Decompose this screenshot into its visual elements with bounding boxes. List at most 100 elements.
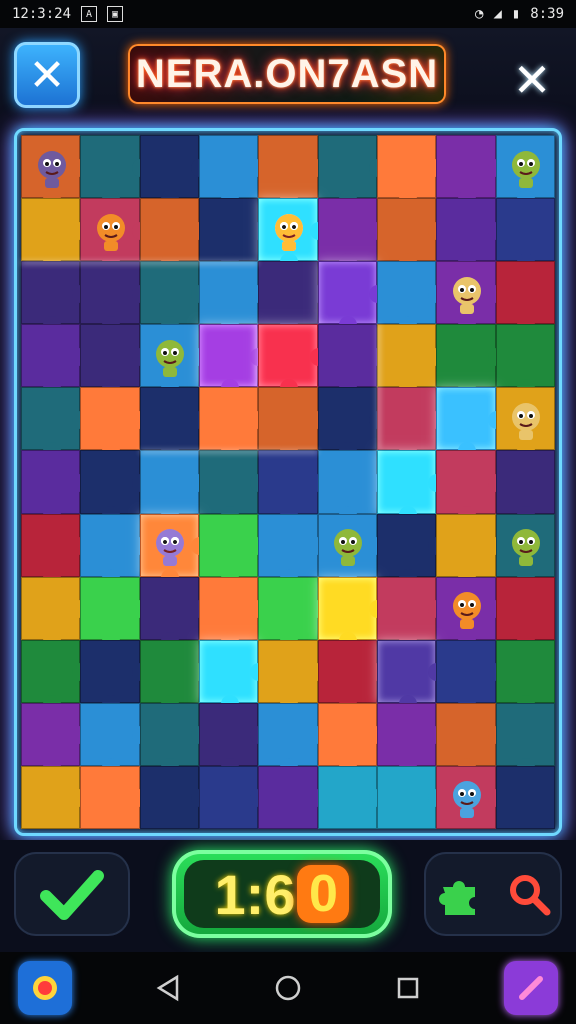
puzzle-piece[interactable]: [258, 450, 328, 524]
puzzle-piece[interactable]: [436, 702, 506, 776]
puzzle-piece[interactable]: [199, 513, 269, 587]
puzzle-piece[interactable]: [258, 135, 328, 209]
puzzle-piece[interactable]: [139, 576, 209, 650]
puzzle-piece-icon[interactable]: [435, 869, 485, 919]
back-button[interactable]: [144, 964, 192, 1012]
puzzle-piece[interactable]: [139, 513, 209, 587]
tools-button[interactable]: [424, 852, 562, 936]
puzzle-piece[interactable]: [436, 198, 506, 272]
puzzle-piece[interactable]: [21, 576, 91, 650]
puzzle-piece[interactable]: [436, 765, 506, 829]
puzzle-piece[interactable]: [139, 324, 209, 398]
puzzle-piece[interactable]: [317, 702, 387, 776]
puzzle-piece[interactable]: [436, 513, 506, 587]
puzzle-piece[interactable]: [21, 765, 91, 829]
puzzle-piece[interactable]: [377, 702, 447, 776]
home-button[interactable]: [264, 964, 312, 1012]
puzzle-piece[interactable]: [317, 576, 387, 650]
puzzle-piece[interactable]: [199, 324, 269, 398]
puzzle-piece[interactable]: [258, 576, 328, 650]
puzzle-piece[interactable]: [436, 261, 506, 335]
puzzle-piece[interactable]: [199, 450, 269, 524]
puzzle-piece[interactable]: [80, 135, 150, 209]
puzzle-piece[interactable]: [21, 639, 91, 713]
puzzle-piece[interactable]: [258, 513, 328, 587]
puzzle-piece[interactable]: [80, 765, 150, 829]
puzzle-piece[interactable]: [317, 765, 387, 829]
puzzle-piece[interactable]: [377, 450, 447, 524]
search-icon[interactable]: [507, 872, 551, 916]
puzzle-piece[interactable]: [258, 765, 328, 829]
confirm-button[interactable]: [14, 852, 130, 936]
puzzle-piece[interactable]: [139, 765, 209, 829]
puzzle-piece[interactable]: [377, 513, 447, 587]
puzzle-piece[interactable]: [495, 261, 555, 335]
puzzle-piece[interactable]: [199, 765, 269, 829]
puzzle-piece[interactable]: [139, 450, 209, 524]
puzzle-piece[interactable]: [317, 261, 387, 335]
puzzle-piece[interactable]: [258, 387, 328, 461]
recents-button[interactable]: [384, 964, 432, 1012]
puzzle-piece[interactable]: [495, 198, 555, 272]
puzzle-piece[interactable]: [377, 576, 447, 650]
puzzle-piece[interactable]: [139, 198, 209, 272]
puzzle-piece[interactable]: [495, 450, 555, 524]
puzzle-piece[interactable]: [436, 450, 506, 524]
puzzle-piece[interactable]: [436, 639, 506, 713]
puzzle-piece[interactable]: [80, 702, 150, 776]
puzzle-piece[interactable]: [258, 639, 328, 713]
puzzle-piece[interactable]: [139, 639, 209, 713]
puzzle-piece[interactable]: [21, 198, 91, 272]
puzzle-piece[interactable]: [258, 261, 328, 335]
puzzle-piece[interactable]: [317, 135, 387, 209]
puzzle-piece[interactable]: [199, 639, 269, 713]
puzzle-piece[interactable]: [21, 702, 91, 776]
puzzle-piece[interactable]: [80, 513, 150, 587]
puzzle-piece[interactable]: [139, 261, 209, 335]
puzzle-piece[interactable]: [317, 198, 387, 272]
puzzle-piece[interactable]: [495, 135, 555, 209]
puzzle-piece[interactable]: [436, 387, 506, 461]
puzzle-piece[interactable]: [258, 702, 328, 776]
puzzle-piece[interactable]: [21, 450, 91, 524]
puzzle-piece[interactable]: [139, 387, 209, 461]
record-app-button[interactable]: [18, 961, 72, 1015]
puzzle-piece[interactable]: [199, 576, 269, 650]
puzzle-piece[interactable]: [199, 261, 269, 335]
puzzle-piece[interactable]: [258, 198, 328, 272]
puzzle-piece[interactable]: [495, 576, 555, 650]
puzzle-piece[interactable]: [80, 450, 150, 524]
puzzle-piece[interactable]: [199, 387, 269, 461]
puzzle-piece[interactable]: [377, 324, 447, 398]
puzzle-piece[interactable]: [21, 324, 91, 398]
puzzle-piece[interactable]: [495, 513, 555, 587]
puzzle-piece[interactable]: [495, 387, 555, 461]
puzzle-piece[interactable]: [80, 576, 150, 650]
close-button-right[interactable]: ✕: [502, 50, 562, 110]
puzzle-piece[interactable]: [199, 135, 269, 209]
puzzle-piece[interactable]: [80, 261, 150, 335]
puzzle-piece[interactable]: [139, 702, 209, 776]
puzzle-piece[interactable]: [436, 135, 506, 209]
puzzle-piece[interactable]: [21, 513, 91, 587]
puzzle-piece[interactable]: [80, 324, 150, 398]
puzzle-piece[interactable]: [495, 702, 555, 776]
puzzle-piece[interactable]: [258, 324, 328, 398]
puzzle-piece[interactable]: [317, 324, 387, 398]
puzzle-piece[interactable]: [377, 261, 447, 335]
puzzle-piece[interactable]: [21, 135, 91, 209]
puzzle-piece[interactable]: [317, 639, 387, 713]
phone-app-button[interactable]: [504, 961, 558, 1015]
puzzle-grid[interactable]: [21, 135, 555, 829]
puzzle-piece[interactable]: [495, 765, 555, 829]
puzzle-piece[interactable]: [495, 639, 555, 713]
puzzle-piece[interactable]: [377, 387, 447, 461]
puzzle-piece[interactable]: [21, 261, 91, 335]
puzzle-piece[interactable]: [199, 702, 269, 776]
puzzle-piece[interactable]: [495, 324, 555, 398]
close-button-left[interactable]: ✕: [14, 42, 80, 108]
puzzle-piece[interactable]: [317, 387, 387, 461]
puzzle-piece[interactable]: [139, 135, 209, 209]
puzzle-piece[interactable]: [436, 324, 506, 398]
puzzle-piece[interactable]: [317, 450, 387, 524]
